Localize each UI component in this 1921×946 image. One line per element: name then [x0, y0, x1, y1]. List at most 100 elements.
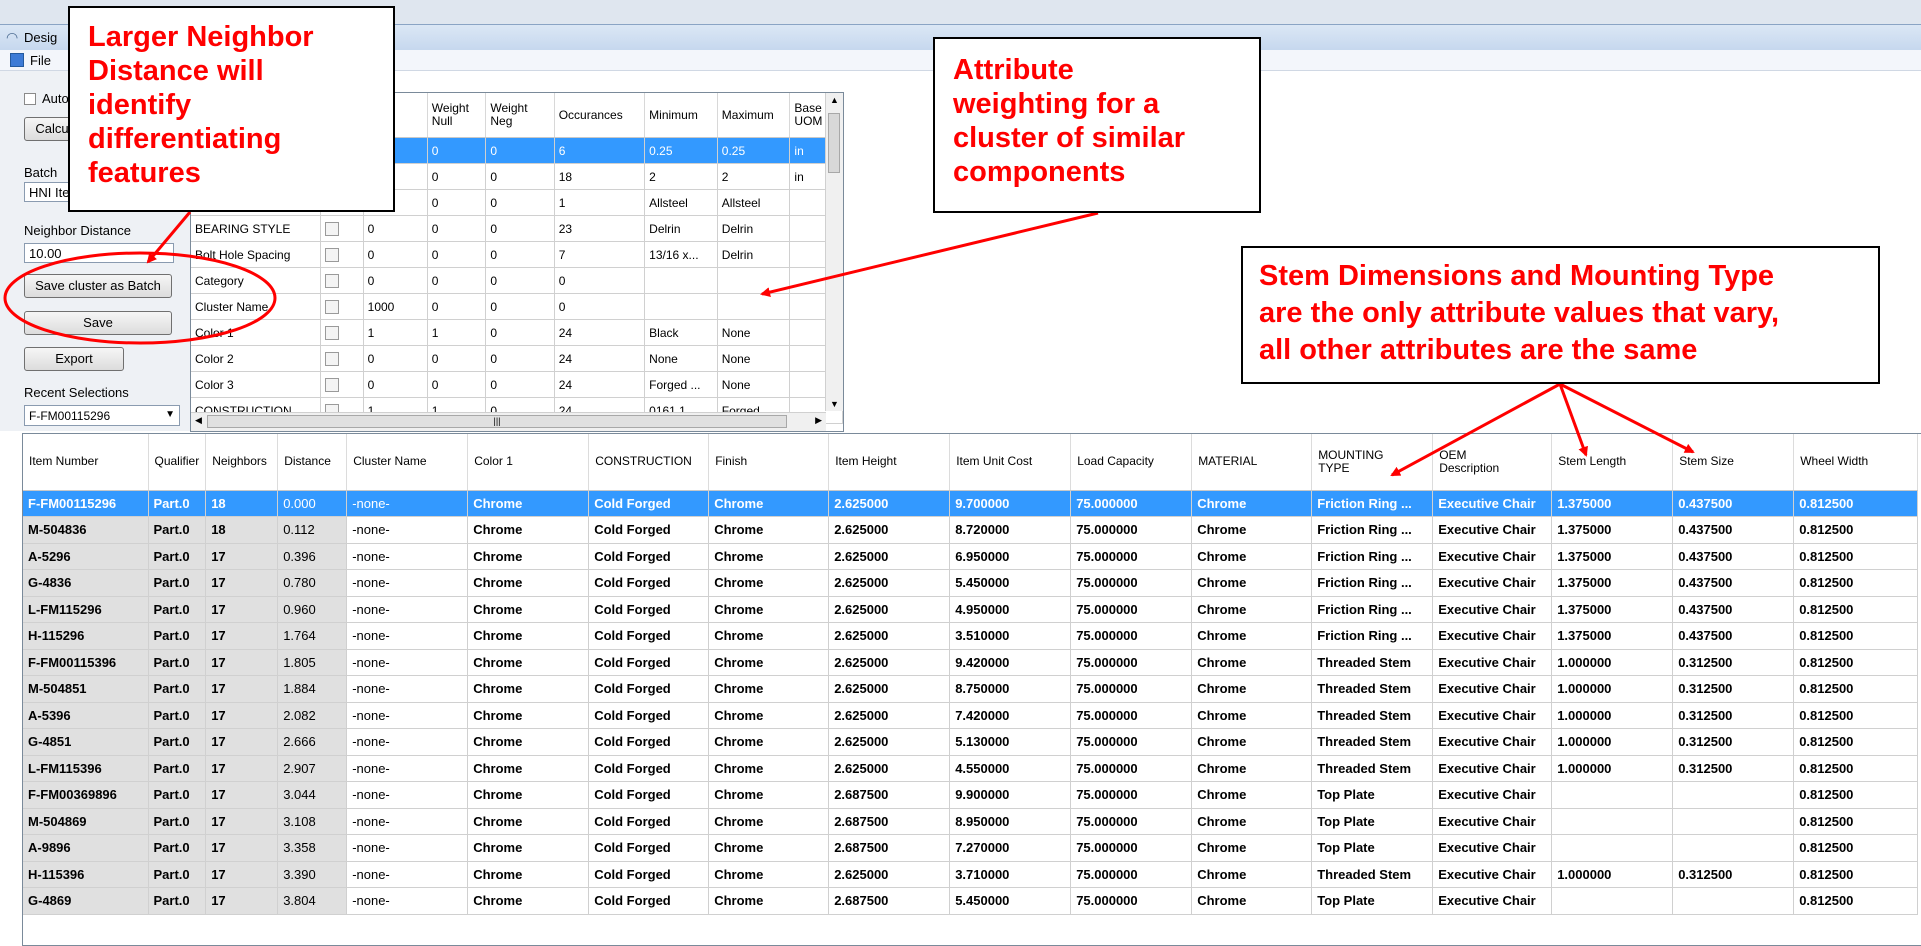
table-cell: 75.000000 — [1070, 596, 1193, 623]
table-cell: 17 — [205, 543, 279, 570]
attribute-include-checkbox[interactable] — [325, 325, 340, 340]
attribute-include-checkbox[interactable] — [325, 273, 340, 288]
attribute-cell-null: 0 — [427, 163, 487, 190]
results-column-header[interactable]: Item Height — [828, 434, 951, 491]
table-row[interactable]: A-5396 Part.0 17 2.082 -none- Chrome Cold Forg… — [23, 702, 1919, 729]
table-row[interactable]: G-4851 Part.0 17 2.666 -none- Chrome Cold Forg… — [23, 728, 1919, 756]
scroll-up-icon[interactable]: ▲ — [830, 95, 839, 105]
table-cell: Executive Chair — [1432, 649, 1553, 676]
table-cell: Chrome — [1191, 675, 1313, 703]
attribute-row[interactable]: Bolt Hole Spacing 0 0 0 7 13/16 x... Delrin — [191, 241, 843, 268]
attribute-row[interactable]: Color 3 0 0 0 24 Forged ... None — [191, 371, 843, 398]
table-cell: Executive Chair — [1432, 702, 1553, 729]
table-row[interactable]: H-115296 Part.0 17 1.764 -none- Chrome Cold Fo… — [23, 622, 1919, 650]
attribute-include-checkbox[interactable] — [325, 351, 340, 366]
recent-selections-dropdown[interactable]: F-FM00115296 ▼ — [24, 405, 180, 426]
table-row[interactable]: F-FM00115296 Part.0 18 0.000 -none- Chrome Col… — [23, 490, 1919, 517]
results-column-header[interactable]: Wheel Width — [1793, 434, 1919, 491]
table-cell: Part.0 — [148, 596, 207, 623]
attribute-grid-horizontal-scrollbar[interactable]: ◀ ||| ▶ — [191, 412, 826, 431]
table-cell: 75.000000 — [1070, 516, 1193, 544]
table-row[interactable]: G-4869 Part.0 17 3.804 -none- Chrome Cold Forg… — [23, 887, 1919, 915]
results-column-header[interactable]: Distance — [277, 434, 348, 491]
results-column-header[interactable]: OEM Description — [1432, 434, 1553, 491]
attribute-column-header[interactable]: Weight Null — [427, 93, 487, 138]
attribute-row[interactable]: BEARING STYLE 0 0 0 23 Delrin Delrin — [191, 215, 843, 242]
results-column-header[interactable]: Stem Size — [1672, 434, 1795, 491]
save-button[interactable]: Save — [24, 311, 172, 335]
table-cell: H-115296 — [23, 622, 149, 650]
attribute-column-header[interactable]: Occurances — [554, 93, 646, 138]
attribute-column-header[interactable]: Weight Neg — [485, 93, 555, 138]
table-cell: Executive Chair — [1432, 490, 1553, 517]
attribute-cell-neg: 0 — [485, 163, 555, 190]
table-cell: Chrome — [708, 490, 830, 517]
attribute-cell-max: Delrin — [717, 215, 791, 242]
attribute-include-checkbox[interactable] — [325, 299, 340, 314]
results-column-header[interactable]: Qualifier — [148, 434, 207, 491]
table-cell: 8.750000 — [949, 675, 1072, 703]
attribute-include-checkbox[interactable] — [325, 221, 340, 236]
attribute-cell-occ: 7 — [554, 241, 646, 268]
table-row[interactable]: L-FM115396 Part.0 17 2.907 -none- Chrome Cold … — [23, 755, 1919, 782]
attribute-include-checkbox[interactable] — [325, 247, 340, 262]
attribute-cell-min: 13/16 x... — [644, 241, 718, 268]
auto-checkbox[interactable] — [24, 93, 36, 105]
table-cell: Chrome — [1191, 808, 1313, 835]
results-column-header[interactable]: MATERIAL — [1191, 434, 1313, 491]
results-grid[interactable]: Item Number Qualifier Neighbors Distance Clu… — [22, 433, 1921, 946]
results-column-header[interactable]: Load Capacity — [1070, 434, 1193, 491]
table-row[interactable]: M-504851 Part.0 17 1.884 -none- Chrome Cold Fo… — [23, 675, 1919, 703]
table-cell: Executive Chair — [1432, 861, 1553, 888]
table-row[interactable]: M-504869 Part.0 17 3.108 -none- Chrome Cold Fo… — [23, 808, 1919, 835]
attribute-column-header[interactable]: Maximum — [717, 93, 791, 138]
table-cell: Cold Forged — [588, 596, 710, 623]
table-row[interactable]: F-FM00115396 Part.0 17 1.805 -none- Chrome Col… — [23, 649, 1919, 676]
results-column-header[interactable]: Stem Length — [1551, 434, 1674, 491]
attribute-cell-min: Black — [644, 319, 718, 346]
save-cluster-button[interactable]: Save cluster as Batch — [24, 274, 172, 298]
table-row[interactable]: A-9896 Part.0 17 3.358 -none- Chrome Cold Forg… — [23, 834, 1919, 862]
scroll-right-icon[interactable]: ▶ — [815, 415, 822, 426]
results-column-header[interactable]: Item Number — [23, 434, 149, 491]
table-cell: Cold Forged — [588, 543, 710, 570]
table-row[interactable]: L-FM115296 Part.0 17 0.960 -none- Chrome Cold … — [23, 596, 1919, 623]
table-cell: 0.812500 — [1793, 834, 1919, 862]
table-row[interactable]: F-FM00369896 Part.0 17 3.044 -none- Chrome Col… — [23, 781, 1919, 809]
results-column-header[interactable]: Cluster Name — [346, 434, 469, 491]
menu-file[interactable]: File — [30, 53, 51, 68]
scroll-thumb[interactable] — [828, 113, 840, 173]
attribute-cell-null: 0 — [427, 189, 487, 216]
results-column-header[interactable]: Finish — [708, 434, 830, 491]
results-column-header[interactable]: CONSTRUCTION — [588, 434, 710, 491]
table-cell: 75.000000 — [1070, 861, 1193, 888]
table-row[interactable]: M-504836 Part.0 18 0.112 -none- Chrome Cold Fo… — [23, 516, 1919, 544]
table-cell: Chrome — [467, 808, 590, 835]
table-row[interactable]: A-5296 Part.0 17 0.396 -none- Chrome Cold Forg… — [23, 543, 1919, 570]
attribute-row[interactable]: Cluster Name 1000 0 0 0 — [191, 293, 843, 320]
attribute-row[interactable]: Color 2 0 0 0 24 None None — [191, 345, 843, 372]
table-cell: -none- — [346, 755, 469, 782]
table-row[interactable]: H-115396 Part.0 17 3.390 -none- Chrome Cold Fo… — [23, 861, 1919, 888]
table-row[interactable]: G-4836 Part.0 17 0.780 -none- Chrome Cold Forg… — [23, 569, 1919, 597]
attribute-include-checkbox[interactable] — [325, 377, 340, 392]
results-column-header[interactable]: Color 1 — [467, 434, 590, 491]
attribute-include-cell — [320, 215, 364, 242]
neighbor-distance-input[interactable]: 10.00 — [24, 243, 174, 263]
results-column-header[interactable]: MOUNTING TYPE — [1311, 434, 1434, 491]
table-cell: 0.812500 — [1793, 516, 1919, 544]
results-column-header[interactable]: Item Unit Cost — [949, 434, 1072, 491]
scroll-down-icon[interactable]: ▼ — [830, 399, 839, 409]
attribute-cell-name: Cluster Name — [191, 293, 322, 320]
scroll-left-icon[interactable]: ◀ — [195, 415, 202, 426]
attribute-grid-vertical-scrollbar[interactable]: ▲ ▼ — [825, 93, 843, 411]
attribute-row[interactable]: Color 1 1 1 0 24 Black None — [191, 319, 843, 346]
attribute-column-header[interactable]: Minimum — [644, 93, 718, 138]
attribute-cell-occ: 24 — [554, 319, 646, 346]
attribute-row[interactable]: Category 0 0 0 0 — [191, 267, 843, 294]
results-column-header[interactable]: Neighbors — [205, 434, 279, 491]
scroll-thumb-horizontal[interactable]: ||| — [207, 415, 787, 428]
export-button[interactable]: Export — [24, 347, 124, 371]
table-cell: Executive Chair — [1432, 808, 1553, 835]
neighbor-distance-label: Neighbor Distance — [24, 223, 131, 238]
